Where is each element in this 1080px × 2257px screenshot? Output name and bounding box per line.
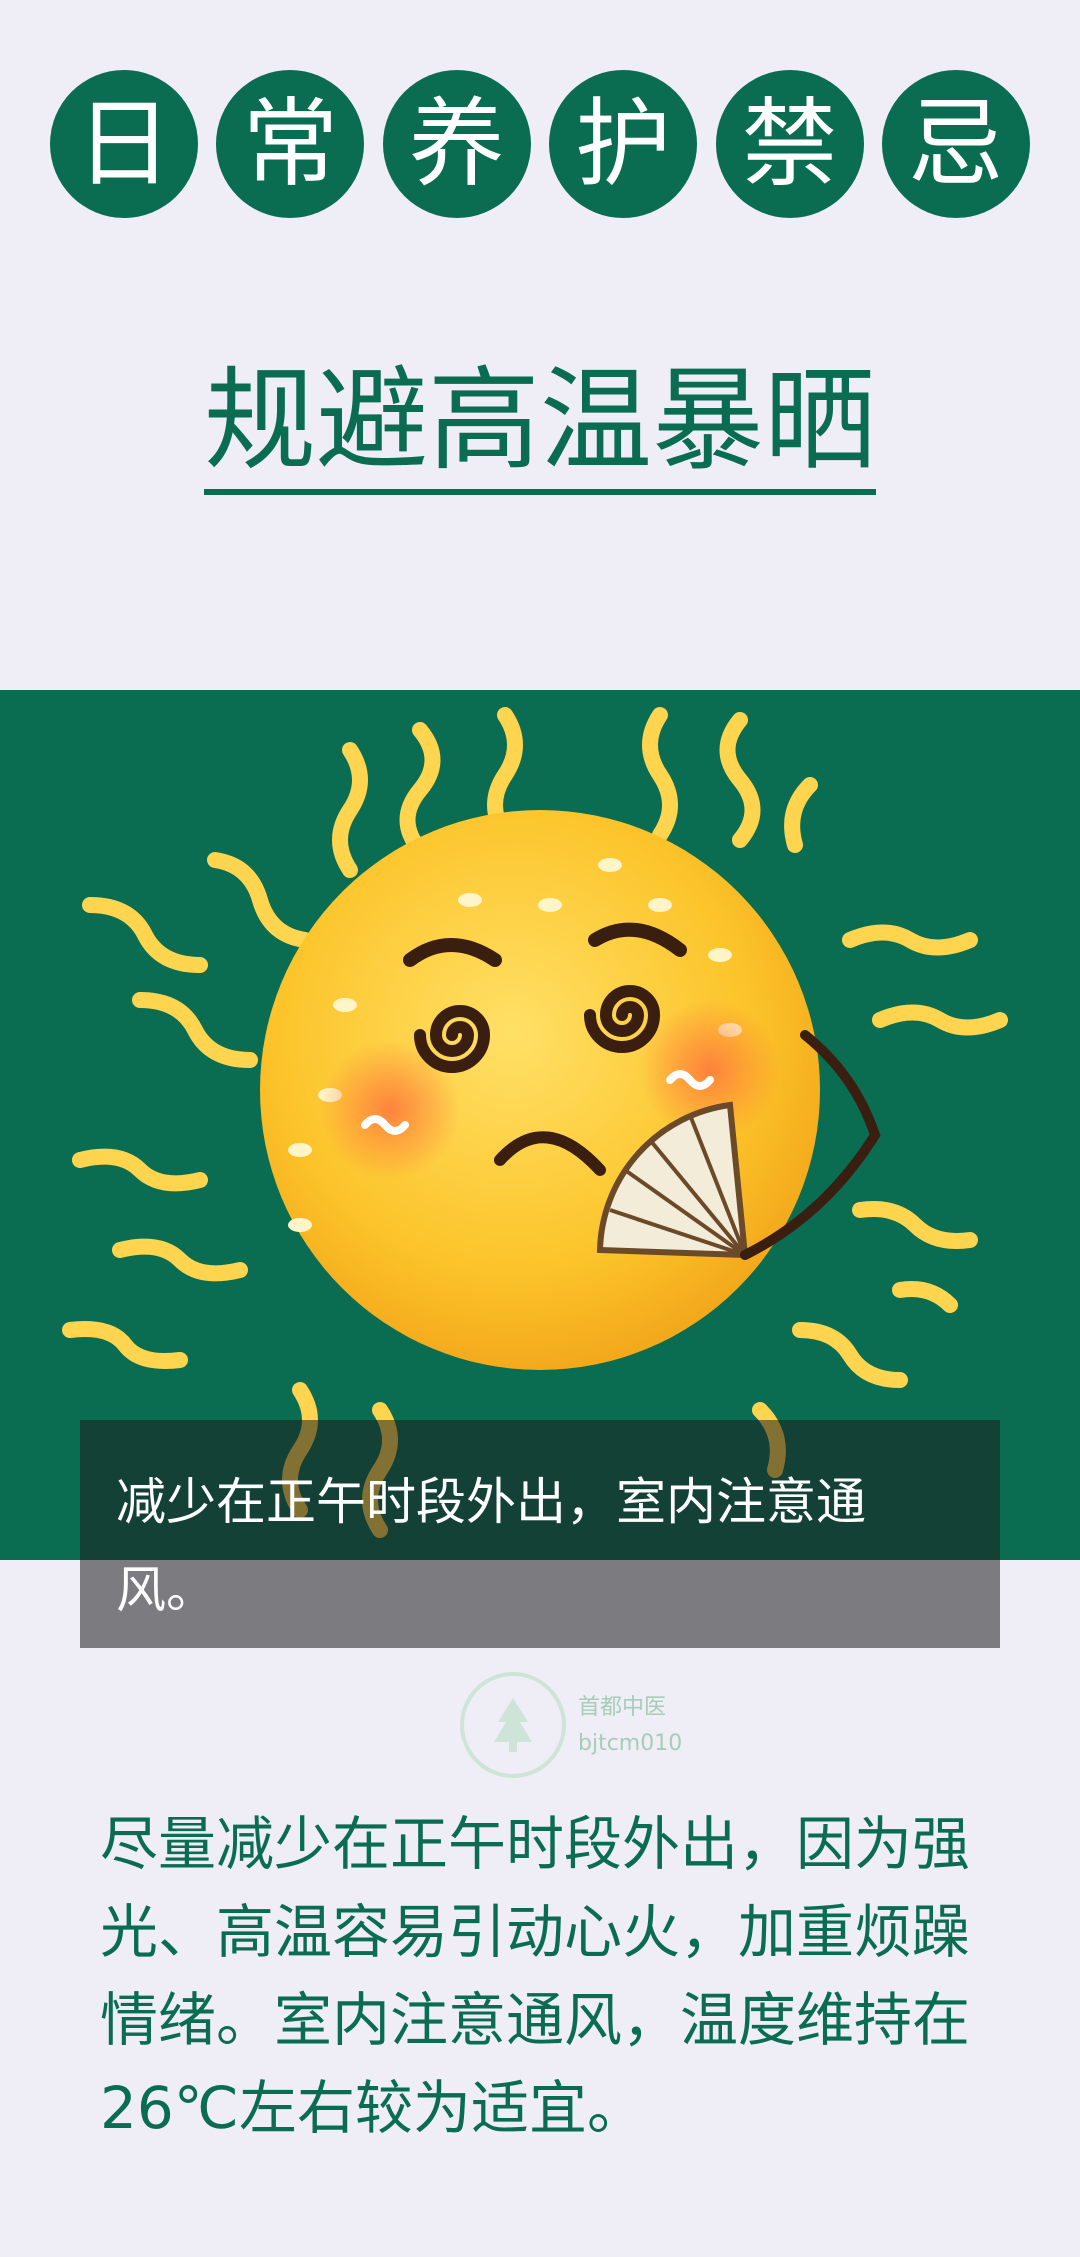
title-char-6: 忌 [881, 70, 1030, 218]
caption-text: 减少在正午时段外出，室内注意通风。 [116, 1473, 866, 1619]
title-char-1: 日 [50, 70, 198, 218]
subtitle-text: 规避高温暴晒 [204, 359, 876, 496]
title-row: 日 常 养 护 禁 忌 [50, 70, 1030, 220]
subtitle: 规避高温暴晒 [0, 359, 1080, 496]
caption-box: 减少在正午时段外出，室内注意通风。 [80, 1420, 1000, 1648]
body-paragraph: 尽量减少在正午时段外出，因为强光、高温容易引动心火，加重烦躁情绪。室内注意通风，… [100, 1810, 971, 2142]
logo-mark-icon [460, 1672, 566, 1778]
logo-text: 首都中医 bjtcm010 [578, 1690, 682, 1762]
title-char-5: 禁 [715, 70, 864, 218]
logo: 首都中医 bjtcm010 [460, 1672, 720, 1782]
title-char-2: 常 [216, 70, 365, 218]
title-char-4: 护 [549, 70, 698, 218]
logo-account: bjtcm010 [578, 1731, 683, 1756]
title-char-3: 养 [382, 70, 531, 218]
logo-name: 首都中医 [578, 1695, 667, 1720]
